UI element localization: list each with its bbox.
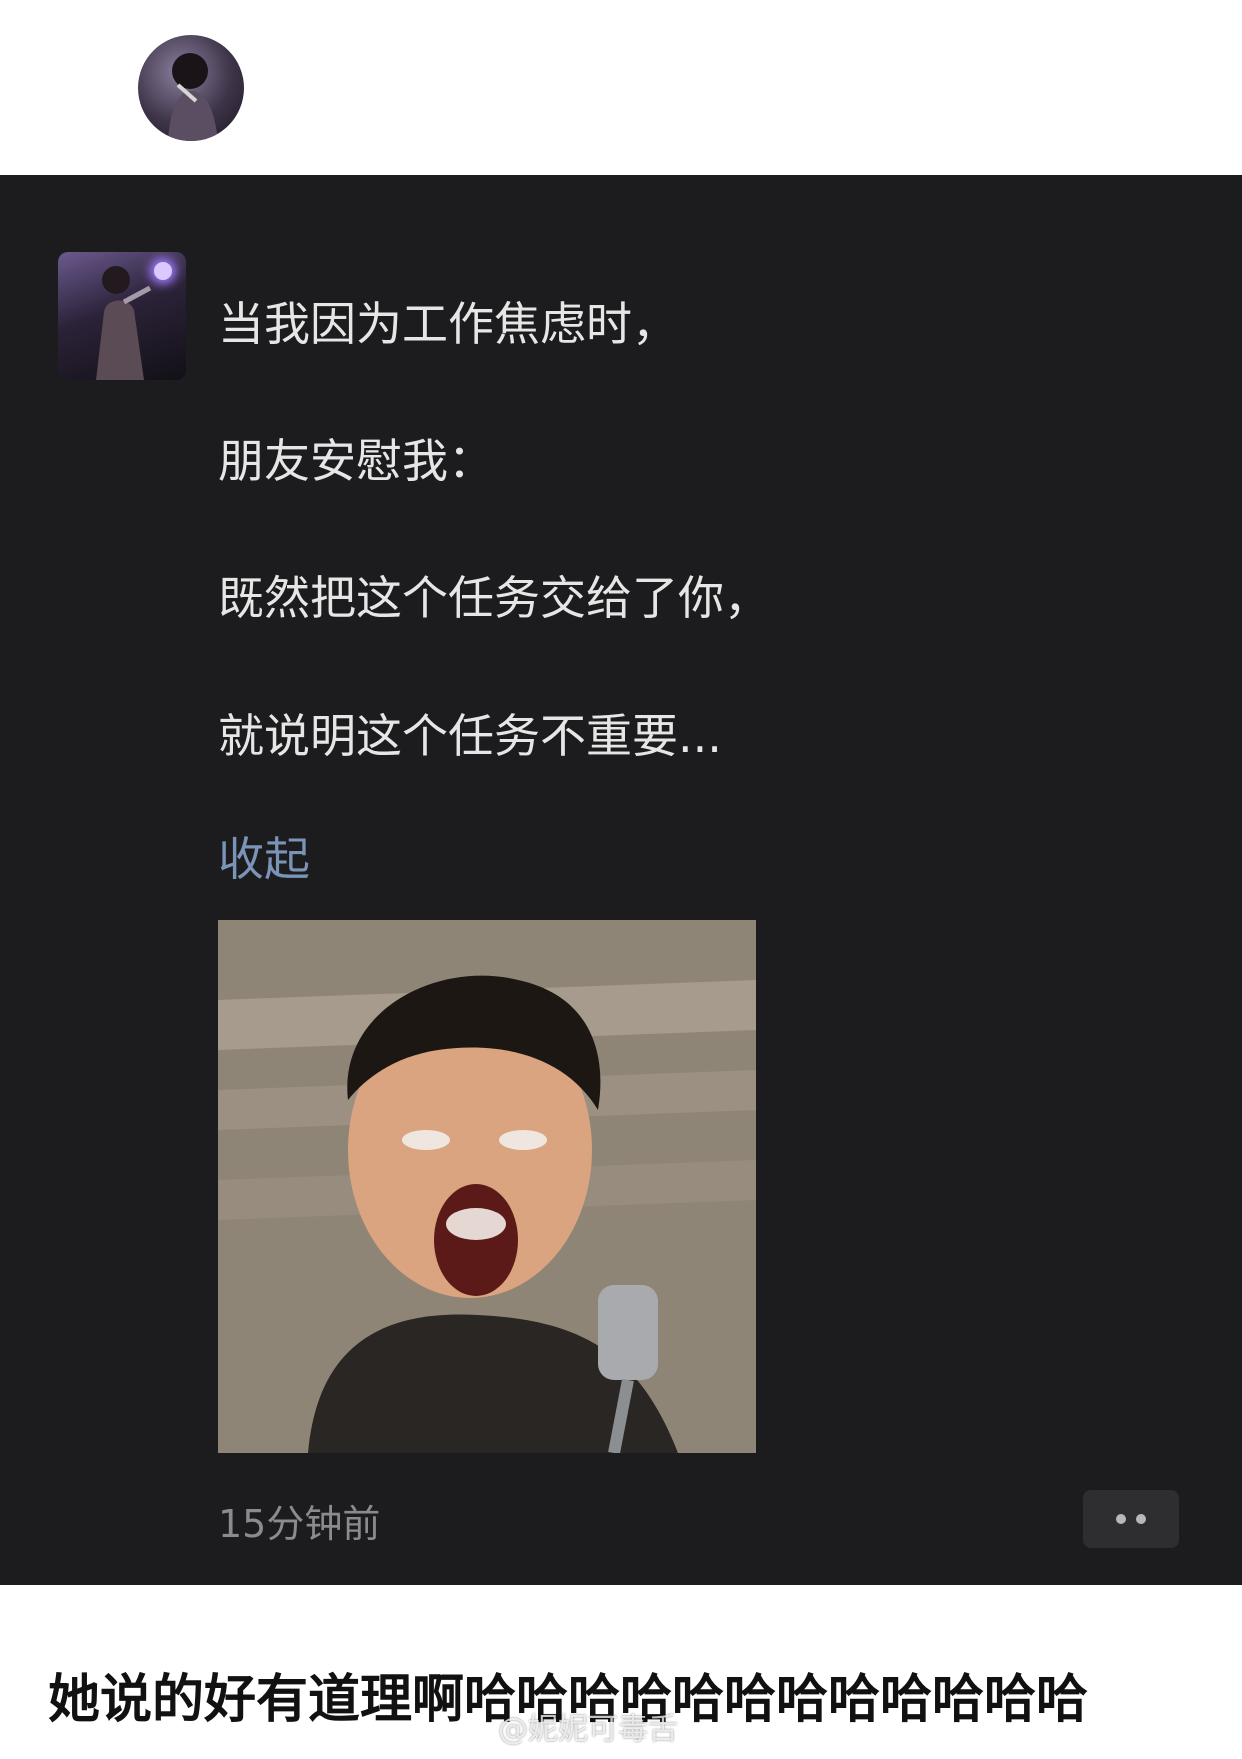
post-text-line-2: 朋友安慰我：	[218, 434, 494, 488]
stage-light-icon	[154, 262, 172, 280]
more-options-icon	[1136, 1514, 1146, 1524]
post-avatar[interactable]	[58, 252, 186, 380]
meme-image[interactable]	[218, 920, 756, 1453]
post-timestamp: 15分钟前	[218, 1502, 381, 1546]
watermark: @妮妮可毒舌	[498, 1712, 678, 1747]
singer-silhouette-icon	[168, 53, 218, 141]
top-avatar[interactable]	[138, 35, 244, 141]
post-text-line-4: 就说明这个任务不重要...	[218, 709, 722, 763]
more-options-button[interactable]	[1083, 1490, 1179, 1548]
post-panel: 当我因为工作焦虑时， 朋友安慰我： 既然把这个任务交给了你， 就说明这个任务不重…	[0, 175, 1242, 1585]
collapse-link[interactable]: 收起	[218, 830, 310, 888]
post-text-line-3: 既然把这个任务交给了你，	[218, 571, 770, 625]
crying-man-meme-icon	[218, 920, 756, 1453]
more-options-icon	[1116, 1514, 1126, 1524]
top-bar	[0, 0, 1242, 175]
post-text-line-1: 当我因为工作焦虑时，	[218, 297, 678, 351]
